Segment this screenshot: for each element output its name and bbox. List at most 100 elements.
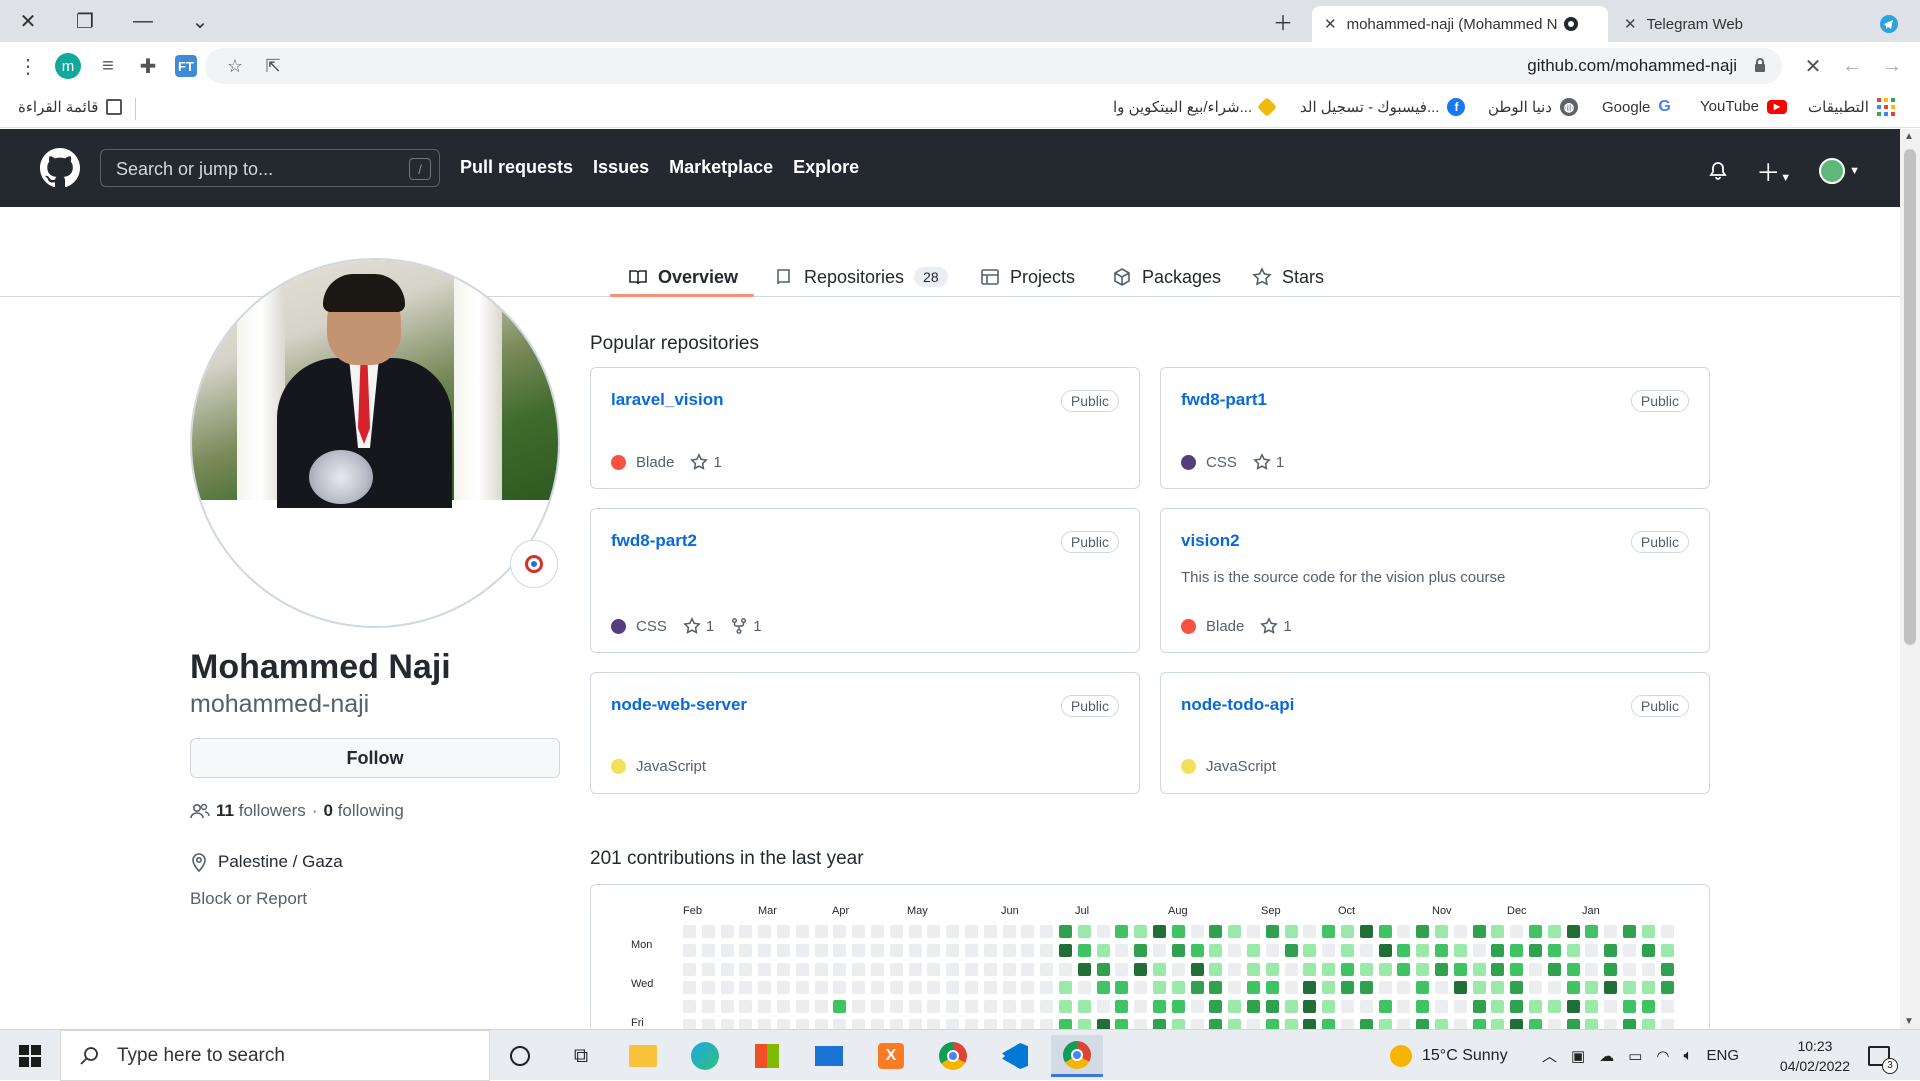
contribution-day[interactable] [946,925,960,938]
windows-start-icon[interactable] [0,1030,60,1081]
contribution-day[interactable] [1322,962,1336,976]
repo-stargazers-link[interactable]: 1 [1260,617,1292,635]
contribution-day[interactable] [1491,962,1505,976]
contribution-day[interactable] [739,1000,753,1014]
contribution-day[interactable] [683,962,696,976]
contribution-day[interactable] [1397,962,1411,976]
repo-stargazers-link[interactable]: 1 [690,453,722,471]
contribution-day[interactable] [1171,962,1185,976]
contribution-day[interactable] [1491,943,1505,957]
repo-stargazers-link[interactable]: 1 [682,617,714,635]
contribution-day[interactable] [965,981,978,995]
contribution-day[interactable] [777,925,790,938]
contribution-day[interactable] [795,1000,809,1014]
contribution-day[interactable] [814,1000,828,1014]
contribution-day[interactable] [1416,1000,1430,1014]
user-menu-dropdown[interactable]: ▼ [1819,157,1860,184]
contribution-day[interactable] [1209,925,1223,938]
contribution-day[interactable] [927,1000,941,1014]
url-text[interactable]: github.com/mohammed-naji [1527,56,1737,76]
contribution-day[interactable] [1077,962,1091,976]
contribution-day[interactable] [758,1000,772,1014]
contribution-day[interactable] [739,925,753,938]
contribution-day[interactable] [777,981,790,995]
contribution-day[interactable] [1096,943,1110,957]
contribution-day[interactable] [1660,981,1674,995]
contribution-day[interactable] [1491,1000,1505,1014]
tab-github-profile[interactable]: ✕ mohammed-naji (Mohammed N [1312,6,1608,42]
nav-marketplace[interactable]: Marketplace [669,157,773,178]
contribution-day[interactable] [1585,943,1599,957]
contribution-day[interactable] [1341,925,1354,938]
contribution-day[interactable] [701,925,715,938]
contribution-day[interactable] [946,981,960,995]
stop-loading-icon[interactable]: ✕ [1797,50,1829,82]
contribution-day[interactable] [1529,1000,1542,1014]
contribution-day[interactable] [1604,981,1618,995]
contribution-day[interactable] [758,943,772,957]
contribution-day[interactable] [1566,943,1580,957]
contribution-day[interactable] [1021,943,1035,957]
block-or-report-link[interactable]: Block or Report [190,889,307,909]
contribution-day[interactable] [852,981,866,995]
followers-link[interactable]: 11 followers [216,801,306,821]
contribution-day[interactable] [1247,943,1260,957]
contribution-day[interactable] [1134,962,1148,976]
contribution-day[interactable] [1453,1000,1467,1014]
notification-bell-icon[interactable] [1708,161,1728,181]
repo-name-link[interactable]: laravel_vision [611,390,723,410]
bookmark-youtube[interactable]: YouTube ▶ [1700,98,1787,115]
battery-icon[interactable]: ▭ [1628,1047,1642,1065]
contribution-day[interactable] [1359,1000,1373,1014]
contribution-day[interactable] [701,962,715,976]
contribution-day[interactable] [1228,1000,1242,1014]
contribution-day[interactable] [965,925,978,938]
contribution-day[interactable] [965,943,978,957]
contribution-day[interactable] [777,962,790,976]
nav-pull-requests[interactable]: Pull requests [460,157,573,178]
contribution-day[interactable] [1378,962,1392,976]
contribution-day[interactable] [701,981,715,995]
contribution-day[interactable] [701,943,715,957]
contribution-day[interactable] [889,943,903,957]
xampp-icon[interactable]: X [865,1035,917,1077]
contribution-day[interactable] [683,981,696,995]
contribution-day[interactable] [1303,962,1317,976]
contribution-day[interactable] [1472,962,1486,976]
bookmark-star-icon[interactable]: ☆ [219,50,251,82]
contribution-day[interactable] [1265,1000,1279,1014]
store-icon[interactable] [741,1035,793,1077]
contribution-day[interactable] [983,981,997,995]
contribution-day[interactable] [1623,925,1636,938]
contribution-day[interactable] [1134,981,1148,995]
contribution-day[interactable] [1660,943,1674,957]
contribution-day[interactable] [1641,981,1655,995]
contribution-day[interactable] [1397,943,1411,957]
search-input[interactable]: Search or jump to... / [100,149,440,187]
contribution-day[interactable] [1228,981,1242,995]
bookmark-binance[interactable]: شراء/بيع البيتكوين وا... [1113,97,1278,117]
chrome-icon[interactable] [927,1035,979,1077]
contribution-day[interactable] [795,925,809,938]
contribution-day[interactable] [1491,981,1505,995]
contribution-day[interactable] [1190,981,1204,995]
contribution-day[interactable] [1303,943,1317,957]
contribution-day[interactable] [1040,943,1054,957]
contribution-day[interactable] [1416,925,1430,938]
onedrive-cloud-icon[interactable]: ☁ [1599,1047,1614,1065]
contribution-day[interactable] [833,981,847,995]
nav-issues[interactable]: Issues [593,157,649,178]
contribution-day[interactable] [1397,925,1411,938]
contribution-day[interactable] [1547,943,1561,957]
contribution-day[interactable] [1623,962,1636,976]
contribution-day[interactable] [1510,1000,1524,1014]
extensions-puzzle-icon[interactable]: ✚ [132,50,164,82]
contribution-day[interactable] [1472,981,1486,995]
contribution-day[interactable] [852,943,866,957]
contribution-day[interactable] [1096,925,1110,938]
contribution-day[interactable] [1153,925,1166,938]
contribution-day[interactable] [1096,962,1110,976]
close-tab-icon[interactable]: ✕ [1624,15,1637,33]
contribution-day[interactable] [908,962,922,976]
contribution-day[interactable] [1604,1000,1618,1014]
